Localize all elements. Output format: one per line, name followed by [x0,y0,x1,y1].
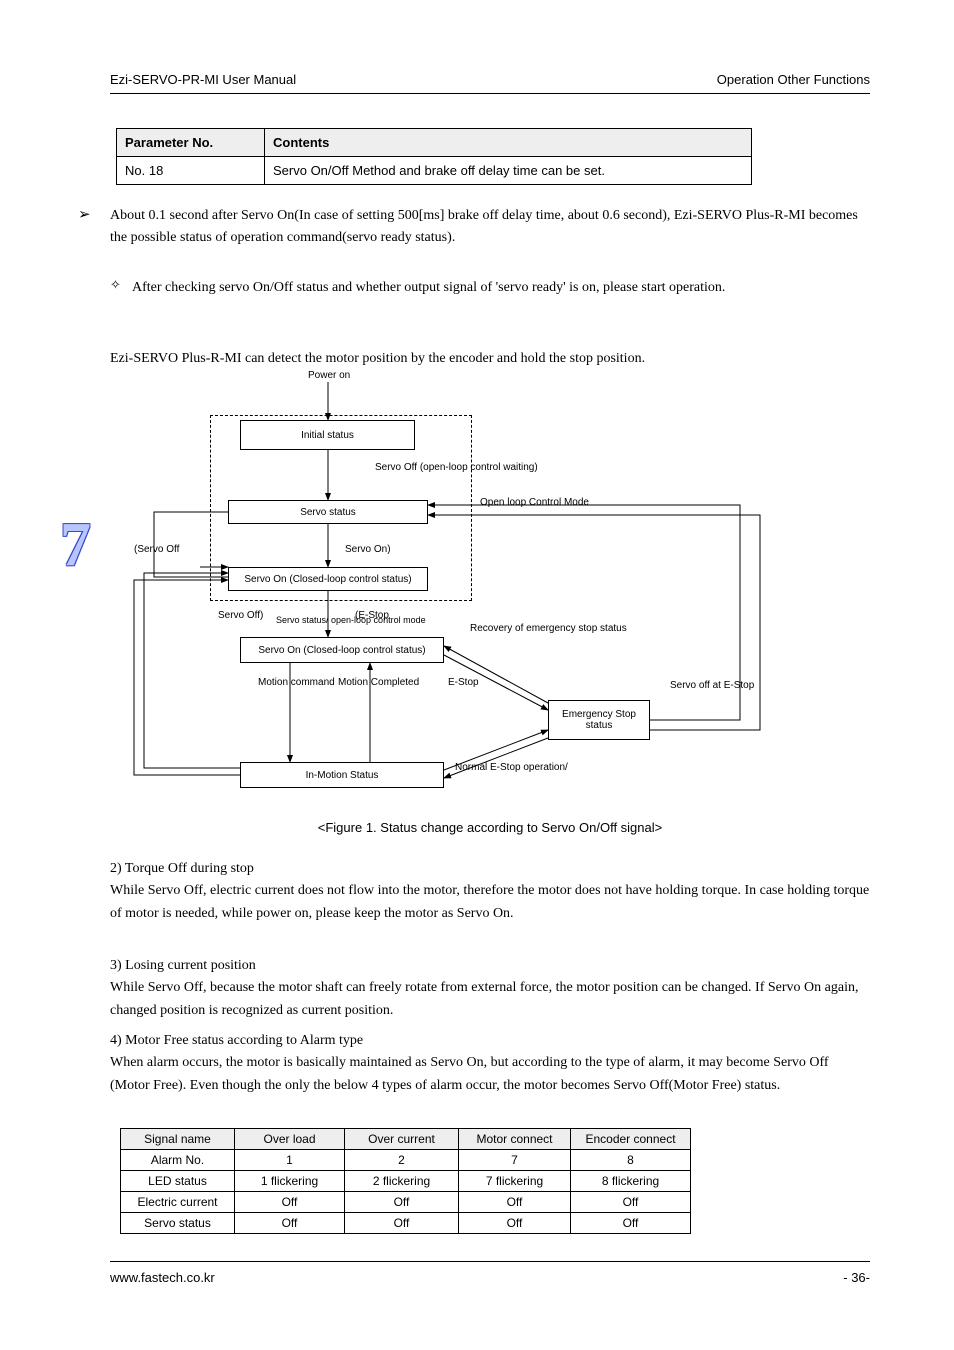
t2-h4: Motor connect [459,1129,571,1150]
t2-r3v2: Off [459,1192,571,1213]
t2-r3v0: Off [235,1192,345,1213]
footer-rule [110,1261,870,1262]
t2-r2v1: 2 flickering [345,1171,459,1192]
t2-h2: Over load [235,1129,345,1150]
t1-r1c1: No. 18 [117,157,265,185]
paragraph-3: Ezi-SERVO Plus-R-MI can detect the motor… [110,348,870,370]
footer-right: - 36- [843,1270,870,1285]
footer-left: www.fastech.co.kr [110,1270,215,1285]
t2-r3: Electric current [121,1192,235,1213]
t1-h2: Contents [265,129,752,157]
section-4-text: When alarm occurs, the motor is basicall… [110,1055,829,1092]
param-table: Parameter No. Contents No. 18 Servo On/O… [116,128,752,185]
paragraph-1: About 0.1 second after Servo On(In case … [110,205,870,248]
section-3-heading: 3) Losing current position [110,958,256,973]
t2-r4v0: Off [235,1213,345,1234]
t2-r1v3: 8 [571,1150,691,1171]
flowchart-arrows [110,370,870,810]
t1-r1c2: Servo On/Off Method and brake off delay … [265,157,752,185]
alarm-table: Signal name Over load Over current Motor… [120,1128,691,1234]
section-3-text-a: While Servo Off, because the motor shaft… [110,980,658,995]
t2-r2: LED status [121,1171,235,1192]
t1-h1: Parameter No. [117,129,265,157]
t2-r1v2: 7 [459,1150,571,1171]
t2-r4: Servo status [121,1213,235,1234]
t2-r1v1: 2 [345,1150,459,1171]
bullet-arrow-icon: ➢ [78,205,91,224]
figure-caption: <Figure 1. Status change according to Se… [110,820,870,835]
t2-r2v2: 7 flickering [459,1171,571,1192]
t2-r4v3: Off [571,1213,691,1234]
t2-r2v3: 8 flickering [571,1171,691,1192]
t2-r3v3: Off [571,1192,691,1213]
t2-r4v2: Off [459,1213,571,1234]
t2-h3: Over current [345,1129,459,1150]
flowchart: Power on Initial status Servo Off (open-… [110,370,870,810]
section-3-text-c: changed position is recognized as curren… [110,1003,393,1018]
t2-r1v0: 1 [235,1150,345,1171]
section-3-text-b: can be changed. If Servo On again, [662,980,859,995]
t2-h5: Encoder connect [571,1129,691,1150]
section-4-heading: 4) Motor Free status according to Alarm … [110,1033,363,1048]
header-right: Operation Other Functions [717,72,870,87]
t2-r4v1: Off [345,1213,459,1234]
t2-h1: Signal name [121,1129,235,1150]
t2-r2v0: 1 flickering [235,1171,345,1192]
t2-r1: Alarm No. [121,1150,235,1171]
section-2-heading: 2) Torque Off during stop [110,861,254,876]
header-rule [110,93,870,94]
t2-r3v1: Off [345,1192,459,1213]
header-left: Ezi-SERVO-PR-MI User Manual [110,72,296,87]
chapter-number-7: 7 [60,510,91,581]
bullet-diamond-icon: ✧ [110,277,121,293]
paragraph-2: After checking servo On/Off status and w… [132,277,870,299]
section-2-text: While Servo Off, electric current does n… [110,883,869,920]
